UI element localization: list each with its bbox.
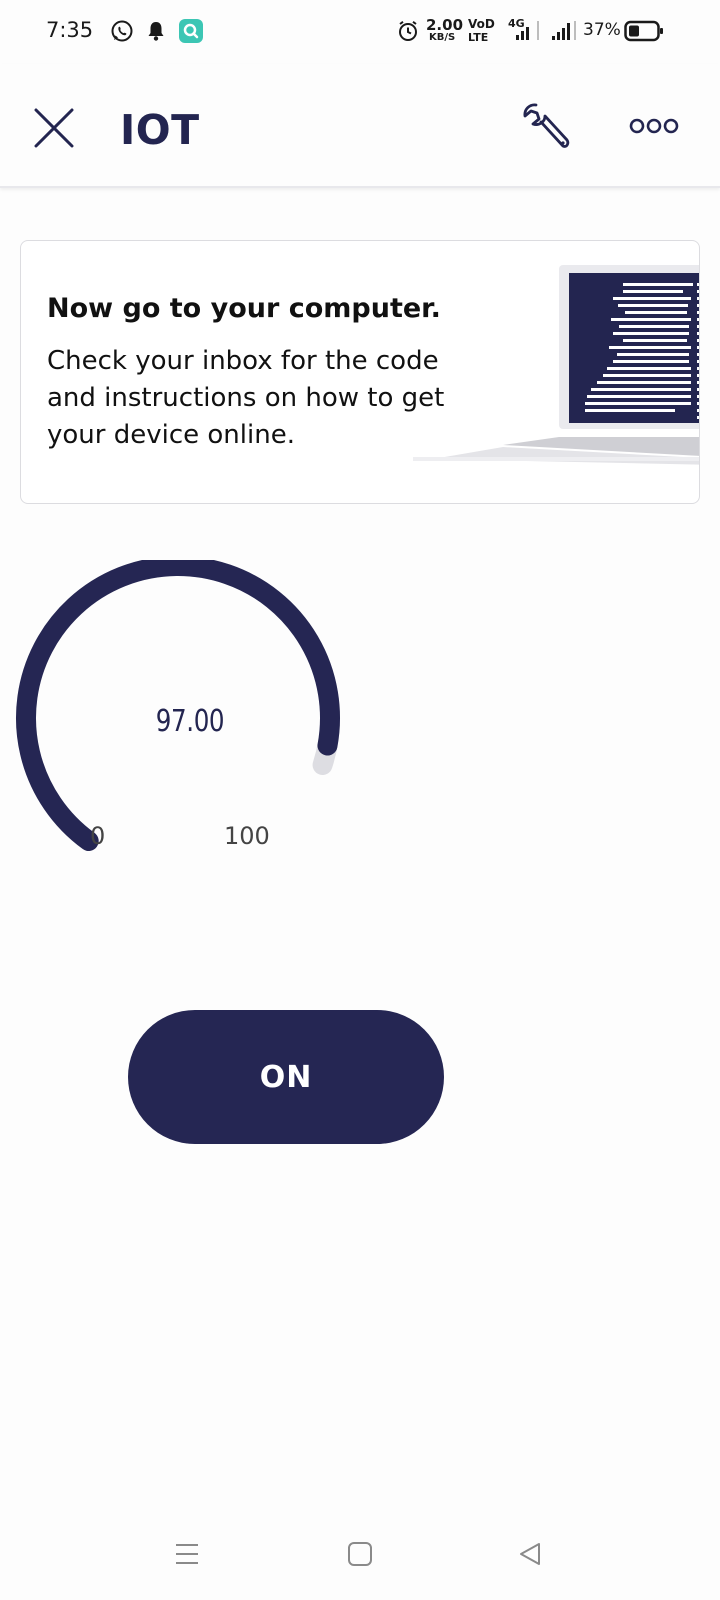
menu-icon: [174, 1541, 200, 1572]
wrench-icon: [520, 102, 572, 159]
gauge-max-label: 100: [224, 822, 270, 850]
signal-icon: [510, 18, 542, 44]
volte-label-top: VoD: [468, 17, 495, 31]
signal-icon-sim2: [548, 18, 580, 44]
app-bar: IOT: [0, 64, 720, 188]
laptop-code-illustration: [413, 261, 699, 486]
gauge-min-label: 0: [90, 822, 106, 850]
gauge-value: 97.00: [155, 704, 225, 739]
notice-card: Now go to your computer. Check your inbo…: [20, 240, 700, 504]
settings-button[interactable]: [516, 100, 576, 160]
close-icon: [32, 106, 76, 155]
status-bar: 7:35 2.00 KB/S VoD LTE 4G 37%: [0, 0, 720, 64]
menu-button[interactable]: [163, 1532, 211, 1580]
more-horizontal-icon: [628, 116, 680, 141]
battery-percent: 37%: [583, 20, 621, 40]
notice-title: Now go to your computer.: [47, 293, 441, 324]
back-triangle-icon: [517, 1541, 543, 1572]
volte-label-bottom: LTE: [468, 31, 489, 44]
notification-bell-icon: [144, 18, 168, 44]
battery-icon: [624, 18, 664, 44]
home-square-icon: [347, 1541, 373, 1572]
more-options-button[interactable]: [624, 108, 684, 148]
system-nav-bar: [0, 1512, 720, 1600]
back-button[interactable]: [506, 1532, 554, 1580]
home-button[interactable]: [336, 1532, 384, 1580]
status-time: 7:35: [46, 18, 94, 42]
net-speed-unit: KB/S: [429, 32, 456, 43]
power-toggle-button[interactable]: ON: [128, 1010, 444, 1144]
alarm-icon: [396, 18, 420, 44]
app-notification-icon: [178, 18, 204, 44]
whatsapp-icon: [108, 18, 136, 44]
close-button[interactable]: [26, 102, 82, 158]
gauge-widget: 97.00 0 100: [10, 556, 360, 860]
page-title: IOT: [120, 106, 200, 154]
